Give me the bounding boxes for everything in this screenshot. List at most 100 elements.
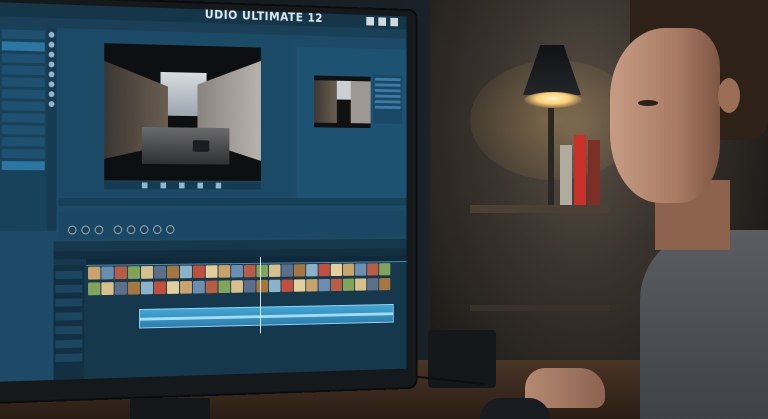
clip-thumbnail[interactable] xyxy=(294,279,305,291)
clip-thumbnail[interactable] xyxy=(141,282,153,295)
clip-thumbnail[interactable] xyxy=(167,281,179,294)
clip-thumbnail[interactable] xyxy=(128,266,140,279)
clip-thumbnail[interactable] xyxy=(231,265,243,278)
library-item-selected[interactable] xyxy=(2,161,45,170)
clip-thumbnail[interactable] xyxy=(193,281,205,294)
clip-thumbnail[interactable] xyxy=(318,264,329,276)
skip-icon[interactable] xyxy=(197,183,202,189)
clip-thumbnail[interactable] xyxy=(154,281,166,294)
library-item[interactable] xyxy=(2,89,45,99)
clip-thumbnail[interactable] xyxy=(244,280,256,293)
track-header[interactable] xyxy=(55,298,82,306)
clip-thumbnail[interactable] xyxy=(367,263,378,275)
secondary-preview[interactable] xyxy=(314,75,370,128)
clip-thumbnail[interactable] xyxy=(331,264,342,276)
clip-thumbnail[interactable] xyxy=(281,264,293,276)
library-item[interactable] xyxy=(2,137,45,146)
clip-thumbnail[interactable] xyxy=(343,264,354,276)
clip-thumbnail[interactable] xyxy=(256,265,268,278)
minimize-icon[interactable] xyxy=(366,17,374,26)
clip-thumbnail[interactable] xyxy=(281,279,293,292)
track-header[interactable] xyxy=(55,326,82,335)
clip-thumbnail[interactable] xyxy=(206,265,218,278)
tool-icon[interactable] xyxy=(49,81,55,87)
property-row[interactable] xyxy=(375,89,401,92)
property-row[interactable] xyxy=(375,95,401,98)
audio-clip[interactable] xyxy=(139,304,394,329)
library-item[interactable] xyxy=(2,77,45,87)
clip-thumbnail[interactable] xyxy=(115,282,127,295)
clip-thumbnail[interactable] xyxy=(88,267,100,280)
stop-icon[interactable] xyxy=(179,183,185,189)
clip-thumbnail[interactable] xyxy=(218,265,230,278)
clip-thumbnail[interactable] xyxy=(141,266,153,279)
clip-thumbnail[interactable] xyxy=(167,266,179,279)
track-header[interactable] xyxy=(55,340,82,349)
clip-thumbnail[interactable] xyxy=(367,278,378,290)
clip-thumbnail[interactable] xyxy=(355,278,366,290)
zoom-icon[interactable] xyxy=(140,225,148,234)
clip-thumbnail[interactable] xyxy=(218,280,230,293)
split-icon[interactable] xyxy=(127,225,135,234)
clip-thumbnail[interactable] xyxy=(180,281,192,294)
snap-icon[interactable] xyxy=(166,225,174,234)
tool-icon[interactable] xyxy=(49,101,55,107)
clip-thumbnail[interactable] xyxy=(115,266,127,279)
track-header[interactable] xyxy=(55,271,82,279)
track-header[interactable] xyxy=(55,312,82,320)
tool-icon[interactable] xyxy=(49,32,55,38)
clip-thumbnail[interactable] xyxy=(101,266,113,279)
cut-icon[interactable] xyxy=(114,225,122,234)
library-item[interactable] xyxy=(2,65,45,75)
clip-thumbnail[interactable] xyxy=(206,281,218,294)
library-item[interactable] xyxy=(2,149,45,158)
property-row[interactable] xyxy=(375,100,401,103)
library-item[interactable] xyxy=(2,125,45,134)
clip-thumbnail[interactable] xyxy=(306,264,317,276)
library-item-selected[interactable] xyxy=(2,41,45,51)
clip-thumbnail[interactable] xyxy=(355,263,366,275)
clip-thumbnail[interactable] xyxy=(269,264,281,277)
pause-icon[interactable] xyxy=(161,183,167,189)
clip-thumbnail[interactable] xyxy=(244,265,256,278)
property-row[interactable] xyxy=(375,83,401,86)
undo-icon[interactable] xyxy=(81,226,90,235)
maximize-icon[interactable] xyxy=(378,17,386,26)
track-header[interactable] xyxy=(55,353,82,362)
video-preview[interactable] xyxy=(104,43,261,181)
clip-thumbnail[interactable] xyxy=(193,265,205,278)
clip-thumbnail[interactable] xyxy=(318,279,329,291)
clip-thumbnail[interactable] xyxy=(180,266,192,279)
tool-icon[interactable] xyxy=(49,71,55,77)
clip-thumbnail[interactable] xyxy=(101,282,113,295)
clip-thumbnail[interactable] xyxy=(154,266,166,279)
library-item[interactable] xyxy=(2,101,45,111)
redo-icon[interactable] xyxy=(95,225,104,234)
tool-icon[interactable] xyxy=(49,52,55,58)
property-row[interactable] xyxy=(375,78,401,81)
playhead[interactable] xyxy=(260,257,261,333)
clip-thumbnail[interactable] xyxy=(331,279,342,291)
property-row[interactable] xyxy=(375,106,401,109)
clip-thumbnail[interactable] xyxy=(231,280,243,293)
clip-thumbnail[interactable] xyxy=(269,280,281,293)
loop-icon[interactable] xyxy=(216,183,221,189)
clip-thumbnail[interactable] xyxy=(256,280,268,293)
tool-icon[interactable] xyxy=(49,42,55,48)
clip-thumbnail[interactable] xyxy=(379,278,390,290)
record-icon[interactable] xyxy=(68,226,77,235)
clip-thumbnail[interactable] xyxy=(88,282,100,295)
clip-thumbnail[interactable] xyxy=(128,282,140,295)
library-item[interactable] xyxy=(2,113,45,123)
library-item[interactable] xyxy=(2,29,45,39)
play-icon[interactable] xyxy=(142,182,148,188)
clip-thumbnail[interactable] xyxy=(379,263,390,275)
tool-icon[interactable] xyxy=(49,61,55,67)
close-icon[interactable] xyxy=(390,18,398,27)
library-item[interactable] xyxy=(2,53,45,63)
clip-thumbnail[interactable] xyxy=(306,279,317,291)
track-header[interactable] xyxy=(55,285,82,293)
marker-icon[interactable] xyxy=(153,225,161,234)
clip-thumbnail[interactable] xyxy=(294,264,305,276)
tool-icon[interactable] xyxy=(49,91,55,97)
